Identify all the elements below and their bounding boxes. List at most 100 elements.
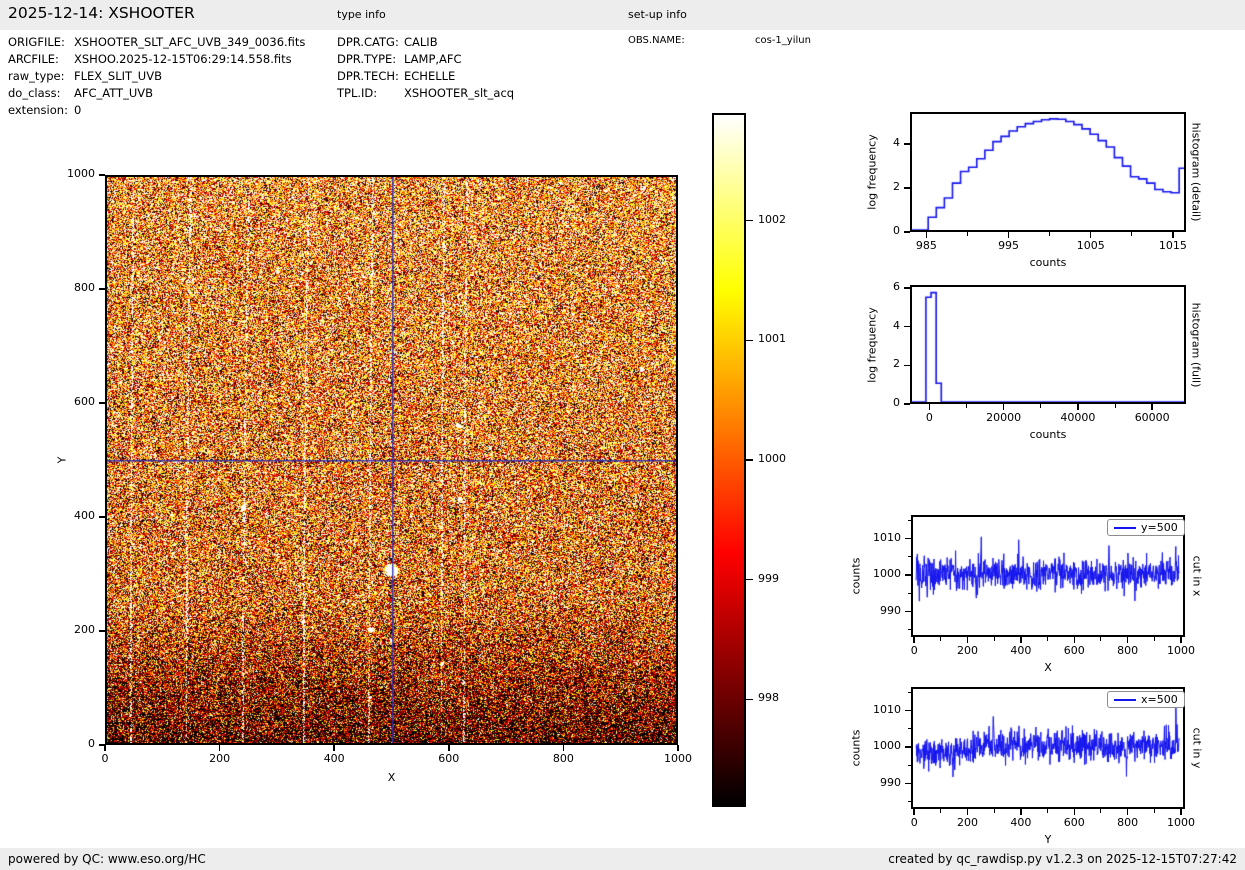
- colorbar-tick: [746, 219, 753, 222]
- x-tick: [1126, 809, 1129, 815]
- x-tick-label: 800: [1117, 644, 1139, 657]
- x-tick: [218, 745, 221, 751]
- footer-created-by: created by qc_rawdisp.py v1.2.3 on 2025-…: [888, 852, 1237, 866]
- y-axis-label: log frequency: [865, 134, 879, 210]
- x-minor-tick: [1153, 637, 1155, 641]
- type-info-value: LAMP,AFC: [404, 52, 462, 66]
- x-tick-label: 40000: [1060, 411, 1096, 424]
- y-tick-label: 400: [74, 509, 95, 522]
- y-tick: [905, 709, 911, 712]
- file-info-label: extension:: [8, 103, 68, 117]
- file-info-value: FLEX_SLIT_UVB: [74, 69, 162, 83]
- type-info-label: DPR.TYPE:: [337, 52, 397, 66]
- colorbar-tick: [746, 459, 753, 461]
- raw-image-canvas: [107, 177, 676, 743]
- x-minor-tick: [940, 809, 942, 813]
- y-axis-label: Y: [55, 456, 69, 464]
- x-tick: [1180, 637, 1182, 643]
- x-axis-label: Y: [1044, 833, 1052, 846]
- x-tick-label: 400: [1010, 644, 1032, 657]
- colorbar-tick: [746, 578, 753, 581]
- x-tick: [1002, 404, 1005, 410]
- legend-label: x=500: [1141, 693, 1178, 706]
- y-minor-tick: [907, 519, 911, 521]
- x-minor-tick: [1114, 404, 1116, 408]
- x-minor-tick: [1131, 232, 1133, 236]
- histogram-full-canvas: [912, 287, 1184, 402]
- y-tick: [904, 143, 910, 145]
- y-tick: [99, 744, 105, 746]
- x-axis-label: X: [387, 771, 396, 784]
- x-tick: [928, 404, 931, 410]
- y-tick: [904, 403, 910, 405]
- x-minor-tick: [940, 637, 942, 641]
- setup-info-heading: set-up info: [628, 8, 687, 21]
- y-tick: [904, 231, 910, 233]
- y-tick-label: 0: [893, 224, 900, 237]
- y-tick: [904, 187, 910, 189]
- colorbar-tick-label: 998: [758, 691, 779, 705]
- x-tick-label: 800: [552, 752, 574, 765]
- y-tick: [905, 782, 911, 785]
- qc-report-page: 2025-12-14: XSHOOTER type info set-up in…: [0, 0, 1245, 870]
- y-tick-label: 0: [893, 396, 900, 409]
- x-tick-label: 1000: [1166, 816, 1195, 829]
- x-tick: [1020, 809, 1022, 815]
- header-bar: 2025-12-14: XSHOOTER type info set-up in…: [0, 0, 1245, 30]
- x-tick-label: 0: [910, 816, 918, 829]
- x-tick-label: 0: [101, 752, 109, 765]
- legend: y=500: [1107, 519, 1185, 536]
- y-axis-label: counts: [849, 557, 863, 595]
- y-tick-label: 600: [74, 395, 95, 408]
- x-tick-label: 20000: [986, 411, 1022, 424]
- x-minor-tick: [993, 637, 995, 641]
- x-tick-label: 985: [915, 239, 937, 252]
- file-info-value: 0: [74, 103, 82, 117]
- y-tick: [905, 610, 911, 613]
- x-tick: [562, 745, 565, 751]
- x-tick: [1073, 809, 1076, 815]
- colorbar-tick: [746, 339, 753, 342]
- legend-label: y=500: [1141, 521, 1178, 534]
- y-tick: [99, 402, 105, 404]
- colorbar-tick-label: 1000: [758, 452, 786, 465]
- x-tick: [925, 232, 928, 238]
- x-tick-label: 1000: [664, 752, 692, 765]
- y-minor-tick: [907, 764, 911, 766]
- y-minor-tick: [907, 629, 911, 631]
- x-minor-tick: [1100, 809, 1102, 813]
- y-tick-label: 1000: [67, 167, 95, 180]
- page-title: 2025-12-14: XSHOOTER: [8, 4, 195, 22]
- type-info-heading: type info: [337, 8, 386, 21]
- x-tick: [1126, 637, 1129, 643]
- y-tick-label: 1010: [873, 702, 901, 716]
- y-minor-tick: [907, 691, 911, 693]
- y-axis-label: log frequency: [865, 306, 879, 383]
- x-minor-tick: [1153, 809, 1155, 813]
- y-tick-label: 6: [893, 279, 900, 293]
- y-minor-tick: [907, 556, 911, 558]
- y-tick: [905, 537, 911, 540]
- x-tick: [1180, 809, 1182, 815]
- x-axis-label: counts: [1029, 256, 1067, 269]
- setup-info-value: cos-1_yilun: [755, 35, 811, 46]
- x-tick: [1089, 232, 1092, 238]
- y-minor-tick: [907, 801, 911, 803]
- x-axis-label: X: [1044, 661, 1052, 674]
- colorbar-tick-label: 999: [758, 571, 779, 585]
- type-info-label: DPR.TECH:: [337, 69, 399, 83]
- y-tick: [904, 325, 910, 328]
- y-axis-label: counts: [849, 729, 863, 767]
- right-axis-label: cut in x: [1190, 555, 1204, 597]
- legend: x=500: [1107, 691, 1185, 708]
- file-info-label: raw_type:: [8, 69, 65, 83]
- x-tick-label: 600: [1063, 644, 1085, 657]
- y-tick: [905, 746, 911, 748]
- type-info-value: CALIB: [404, 35, 438, 49]
- x-tick: [1073, 637, 1076, 643]
- y-minor-tick: [907, 592, 911, 594]
- x-tick: [104, 745, 106, 751]
- x-tick-label: 600: [1063, 816, 1085, 829]
- y-tick-label: 800: [74, 281, 95, 294]
- legend-line-sample: [1114, 526, 1136, 529]
